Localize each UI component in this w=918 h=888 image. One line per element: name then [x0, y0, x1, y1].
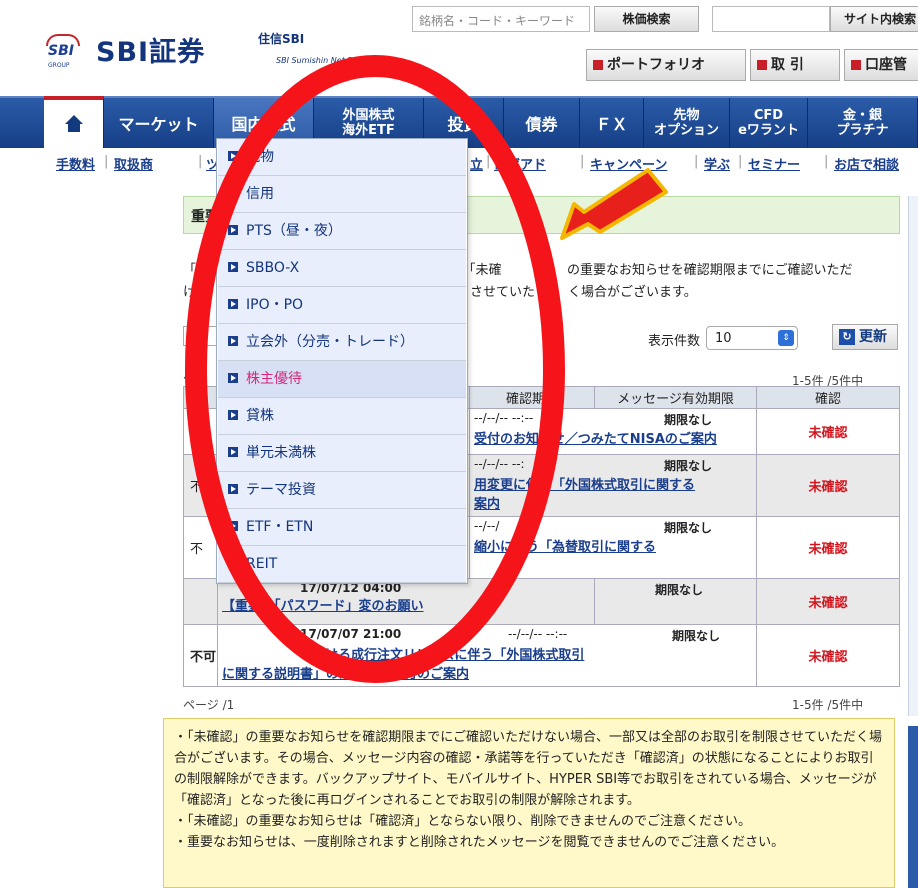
- nav-bonds[interactable]: 債券: [504, 98, 580, 148]
- refresh-label: 更新: [859, 329, 887, 345]
- highlight-ellipse: [185, 55, 565, 683]
- bank-link-title[interactable]: 住信SBI: [258, 30, 304, 47]
- nav-bonds-label: 債券: [525, 115, 558, 134]
- notice-paragraph-1: ・「未確認」の重要なお知らせを確認期限までにご確認いただけない場合、一部又は全部…: [174, 730, 882, 808]
- count-select[interactable]: 10 ⇕: [706, 326, 798, 350]
- subnav-divider: |: [198, 154, 203, 169]
- row-title-link-2[interactable]: に関する説明書」の改定・再交付のご案内: [222, 663, 752, 682]
- row-status[interactable]: 未確認: [756, 578, 900, 625]
- bullet-icon: [851, 60, 861, 70]
- row-valid: 期限なし: [663, 521, 712, 535]
- row-valid: 期限なし: [663, 413, 712, 427]
- nav-cfd-line2: eワラント: [738, 123, 799, 138]
- row-status[interactable]: 未確認: [756, 454, 900, 517]
- subnav-fees[interactable]: 手数料: [56, 154, 95, 173]
- intro-text-1c: の重要なお知らせを確認期限までにご確認いただ: [567, 263, 853, 278]
- brand-name[interactable]: SBI証券: [96, 30, 205, 69]
- nav-futures-line2: オプション: [653, 123, 719, 138]
- account-label: 口座管: [865, 57, 907, 73]
- row-valid: 期限なし: [594, 578, 757, 625]
- site-search-input[interactable]: [712, 6, 830, 32]
- nav-gold[interactable]: 金・銀 プラチナ: [808, 98, 918, 148]
- notice-box: ・「未確認」の重要なお知らせを確認期限までにご確認いただけない場合、一部又は全部…: [163, 718, 895, 888]
- subnav-divider: |: [738, 154, 743, 169]
- row-valid: 期限なし: [663, 459, 712, 473]
- row-status[interactable]: 未確認: [756, 516, 900, 579]
- portfolio-button[interactable]: ポートフォリオ: [586, 49, 746, 81]
- nav-cfd-line1: CFD: [753, 108, 784, 123]
- select-arrows-icon: ⇕: [778, 330, 794, 346]
- trade-button[interactable]: 取 引: [750, 49, 840, 81]
- subnav-divider: |: [104, 154, 109, 169]
- nav-gold-line2: プラチナ: [836, 123, 889, 138]
- row-delete: [183, 578, 218, 625]
- subnav-divider: |: [824, 154, 829, 169]
- bullet-icon: [757, 60, 767, 70]
- subnav-divider: |: [694, 154, 699, 169]
- nav-home[interactable]: [44, 96, 104, 148]
- nav-fx-label: ＦＸ: [595, 115, 628, 134]
- stock-search-button[interactable]: 株価検索: [594, 6, 699, 32]
- right-sidebar-bottom: [908, 726, 918, 888]
- subnav-learn[interactable]: 学ぶ: [704, 154, 730, 173]
- notice-paragraph-2: ・「未確認」の重要なお知らせは「確認済」とならない限り、削除できませんのでご注意…: [174, 814, 751, 829]
- account-button[interactable]: 口座管: [844, 49, 918, 81]
- bullet-icon: [593, 60, 603, 70]
- subnav-products[interactable]: 取扱商: [114, 154, 153, 173]
- result-count-bottom: 1-5件 /5件中: [792, 698, 864, 712]
- row-status[interactable]: 未確認: [756, 624, 900, 687]
- intro-text-2c: く場合がございます。: [568, 285, 697, 300]
- nav-fx[interactable]: ＦＸ: [580, 98, 644, 148]
- nav-gold-line1: 金・銀: [842, 108, 882, 123]
- count-label: 表示件数: [648, 334, 701, 349]
- nav-cfd[interactable]: CFD eワラント: [730, 98, 808, 148]
- home-icon: [64, 115, 83, 133]
- refresh-icon: ↻: [839, 329, 855, 345]
- col-confirm: 確認: [756, 386, 900, 409]
- subnav-seminar[interactable]: セミナー: [748, 154, 800, 173]
- subnav-consult[interactable]: お店で相談: [834, 154, 899, 173]
- stock-search-input[interactable]: 銘柄名・コード・キーワード: [412, 6, 590, 32]
- nav-futures[interactable]: 先物 オプション: [644, 98, 730, 148]
- count-value: 10: [715, 331, 732, 346]
- portfolio-label: ポートフォリオ: [607, 57, 705, 73]
- pointer-arrow-icon: [560, 168, 668, 240]
- page-indicator-bottom: ページ /1: [183, 698, 235, 712]
- notice-paragraph-3: ・重要なお知らせは、一度削除されますと削除されたメッセージを閲覧できませんのでご…: [174, 835, 785, 850]
- row-status[interactable]: 未確認: [756, 408, 900, 455]
- row-delete: 不可: [183, 624, 218, 687]
- refresh-button[interactable]: ↻ 更新: [832, 324, 898, 350]
- sbi-logo-sub: GROUP: [48, 62, 70, 69]
- sbi-logo[interactable]: SBI: [44, 34, 80, 60]
- right-sidebar: [908, 196, 918, 716]
- row-deadline: --/--/-- --:--: [508, 627, 568, 641]
- col-valid: メッセージ有効期限: [594, 386, 757, 409]
- trade-label: 取 引: [771, 57, 804, 73]
- nav-market-label: マーケット: [118, 115, 199, 134]
- row-valid: 期限なし: [672, 629, 721, 643]
- nav-futures-line1: 先物: [673, 108, 700, 123]
- site-search-button[interactable]: サイト内検索: [830, 6, 918, 32]
- nav-market[interactable]: マーケット: [104, 98, 214, 148]
